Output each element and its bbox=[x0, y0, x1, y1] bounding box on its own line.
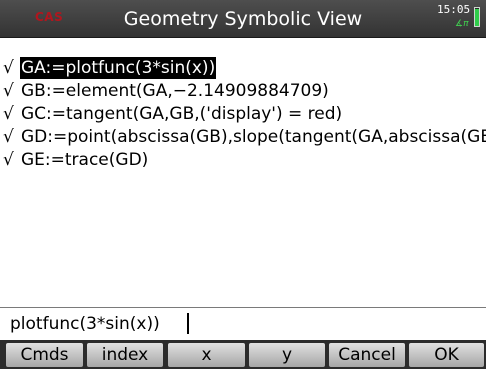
cancel-button[interactable]: Cancel bbox=[329, 343, 405, 367]
battery-level bbox=[475, 8, 479, 26]
entry-line-text[interactable]: plotfunc(3*sin(x)) bbox=[10, 314, 160, 334]
soft-menu-bar: Cmds index x y Cancel OK bbox=[0, 340, 486, 369]
ok-button[interactable]: OK bbox=[409, 343, 484, 367]
checkmark-icon[interactable]: √ bbox=[3, 103, 14, 125]
entry-line[interactable]: plotfunc(3*sin(x)) bbox=[0, 307, 486, 339]
checkmark-icon[interactable]: √ bbox=[3, 80, 14, 102]
angle-mode-icon: ∡π bbox=[455, 19, 469, 29]
text-cursor bbox=[187, 313, 189, 334]
battery-icon bbox=[474, 7, 480, 27]
x-button[interactable]: x bbox=[168, 343, 245, 367]
checkmark-icon[interactable]: √ bbox=[3, 57, 14, 79]
checkmark-icon[interactable]: √ bbox=[3, 149, 14, 171]
title-bar: CAS Geometry Symbolic View 15:05 ∡π bbox=[0, 0, 486, 38]
definition-text[interactable]: GA:=plotfunc(3*sin(x)) bbox=[20, 57, 217, 79]
definition-text[interactable]: GB:=element(GA,−2.14909884709) bbox=[20, 80, 330, 102]
clock: 15:05 bbox=[437, 3, 471, 16]
cmds-button[interactable]: Cmds bbox=[6, 343, 83, 367]
definition-text[interactable]: GC:=tangent(GA,GB,('display') = red) bbox=[20, 103, 343, 125]
definition-list: √ GA:=plotfunc(3*sin(x)) √ GB:=element(G… bbox=[0, 37, 486, 307]
checkmark-icon[interactable]: √ bbox=[3, 126, 14, 148]
view-title: Geometry Symbolic View bbox=[123, 8, 363, 30]
definition-text[interactable]: GE:=trace(GD) bbox=[20, 149, 149, 171]
definition-text[interactable]: GD:=point(abscissa(GB),slope(tangent(GA,… bbox=[20, 126, 486, 148]
index-button[interactable]: index bbox=[87, 343, 163, 367]
y-button[interactable]: y bbox=[249, 343, 325, 367]
